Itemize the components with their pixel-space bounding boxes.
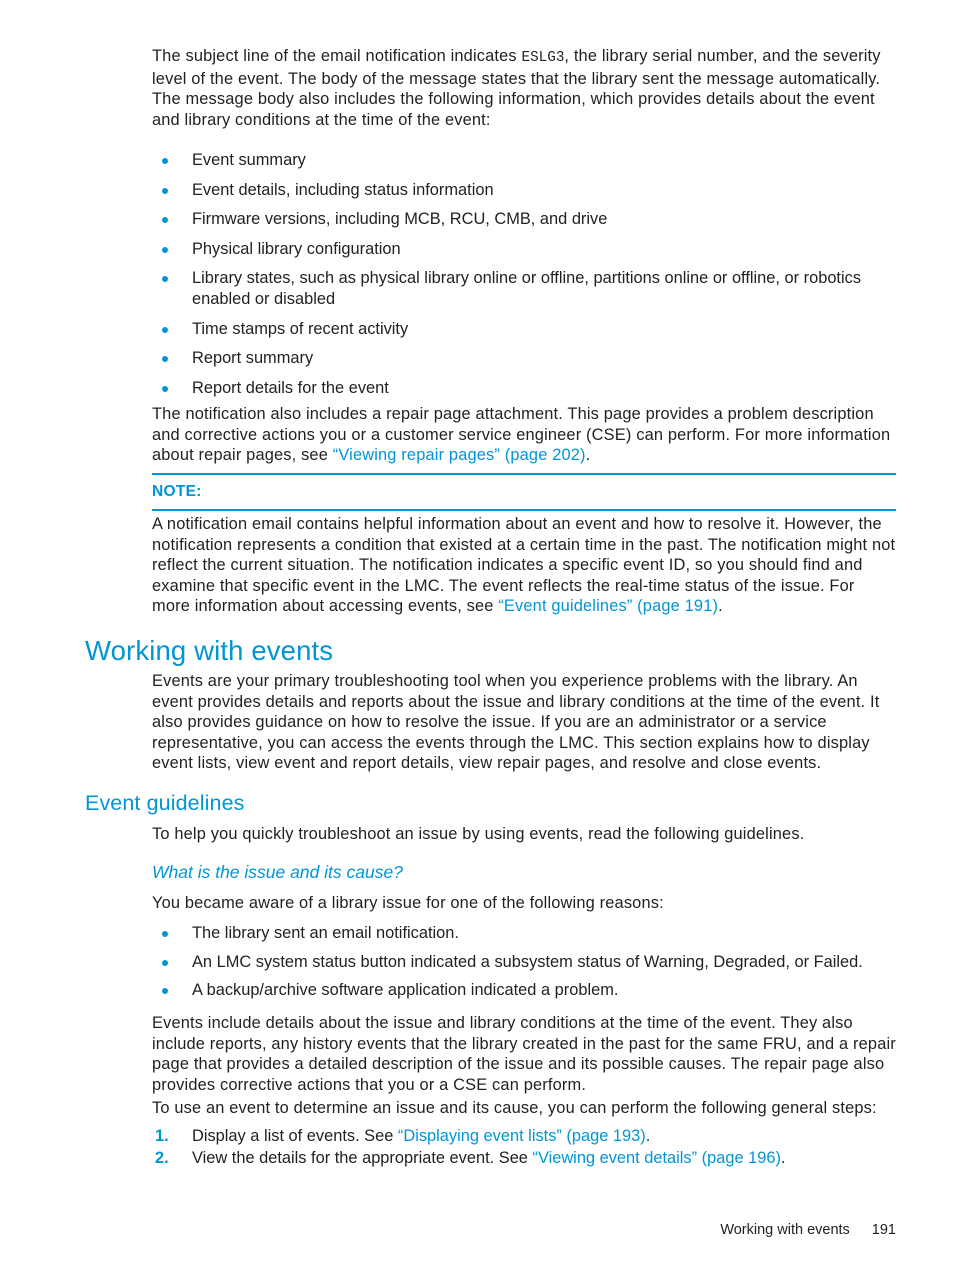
aware-bullet-list-block: The library sent an email notification. … xyxy=(0,923,954,1001)
working-with-events-paragraph-block: Events are your primary troubleshooting … xyxy=(0,671,954,774)
list-item-text: The library sent an email notification. xyxy=(192,924,459,942)
note-bottom-rule xyxy=(152,508,896,511)
step-text-before-link: View the details for the appropriate eve… xyxy=(192,1149,533,1167)
event-guidelines-paragraph: To help you quickly troubleshoot an issu… xyxy=(152,825,805,843)
list-item-text: Report details for the event xyxy=(192,378,389,397)
page-footer: Working with events 191 xyxy=(0,1222,896,1238)
heading-working-with-events-block: Working with events xyxy=(0,636,954,666)
list-item: A backup/archive software application in… xyxy=(152,980,896,1001)
list-item-text: Physical library configuration xyxy=(192,239,401,258)
list-item-text: Event details, including status informat… xyxy=(192,180,494,199)
to-use-paragraph: To use an event to determine an issue an… xyxy=(152,1099,877,1117)
steps-list: 1. Display a list of events. See “Display… xyxy=(152,1125,896,1169)
event-guidelines-paragraph-block: To help you quickly troubleshoot an issu… xyxy=(0,824,954,845)
serial-code: ESLG3 xyxy=(521,50,565,66)
xref-displaying-event-lists[interactable]: “Displaying event lists” (page 193) xyxy=(398,1127,646,1145)
list-item: The library sent an email notification. xyxy=(152,923,896,944)
repair-paragraph-block: The notification also includes a repair … xyxy=(0,404,954,466)
to-use-paragraph-block: To use an event to determine an issue an… xyxy=(0,1098,954,1119)
step-number: 1. xyxy=(155,1127,169,1145)
events-include-paragraph: Events include details about the issue a… xyxy=(152,1014,896,1094)
step-text-before-link: Display a list of events. See xyxy=(192,1127,398,1145)
list-item-text: Library states, such as physical library… xyxy=(192,269,862,308)
footer-page-number: 191 xyxy=(871,1222,896,1238)
xref-viewing-event-details[interactable]: “Viewing event details” (page 196) xyxy=(532,1149,780,1167)
list-item: Library states, such as physical library… xyxy=(152,268,896,309)
step-item-1: 1. Display a list of events. See “Display… xyxy=(152,1125,896,1147)
intro-text-before-code: The subject line of the email notificati… xyxy=(152,47,522,65)
intro-paragraph-block: The subject line of the email notificati… xyxy=(0,46,954,130)
note-text-after-link: . xyxy=(718,597,723,616)
list-item: Report summary xyxy=(152,348,896,369)
steps-list-block: 1. Display a list of events. See “Display… xyxy=(0,1125,954,1169)
step-number: 2. xyxy=(155,1149,169,1167)
subsection-heading-what-is-the-issue: What is the issue and its cause? xyxy=(152,862,403,882)
list-item: Physical library configuration xyxy=(152,239,896,260)
aware-bullet-list: The library sent an email notification. … xyxy=(152,923,896,1001)
note-label: NOTE: xyxy=(152,483,202,500)
step-text-after-link: . xyxy=(645,1127,651,1145)
list-item: Event summary xyxy=(152,150,896,171)
list-item-text: An LMC system status button indicated a … xyxy=(192,952,863,971)
aware-paragraph-block: You became aware of a library issue for … xyxy=(0,893,954,914)
repair-text-after-link: . xyxy=(585,446,591,465)
intro-bullet-list: Event summary Event details, including s… xyxy=(152,150,896,398)
list-item-text: Event summary xyxy=(192,151,306,169)
list-item: Event details, including status informat… xyxy=(152,180,896,201)
note-body-paragraph: A notification email contains helpful in… xyxy=(152,514,896,617)
aware-paragraph: You became aware of a library issue for … xyxy=(152,894,664,912)
note-body-block: A notification email contains helpful in… xyxy=(0,514,954,617)
list-item-text: Report summary xyxy=(192,349,314,368)
document-page: The subject line of the email notificati… xyxy=(0,0,954,1271)
step-text-after-link: . xyxy=(780,1149,786,1167)
section-heading-event-guidelines: Event guidelines xyxy=(85,791,245,815)
intro-paragraph: The subject line of the email notificati… xyxy=(152,46,896,130)
list-item: Time stamps of recent activity xyxy=(152,319,896,340)
heading-event-guidelines-block: Event guidelines xyxy=(0,791,954,815)
events-include-paragraph-block: Events include details about the issue a… xyxy=(0,1013,954,1095)
list-item: An LMC system status button indicated a … xyxy=(152,952,896,973)
intro-bullet-list-block: Event summary Event details, including s… xyxy=(0,150,954,398)
repair-paragraph: The notification also includes a repair … xyxy=(152,404,896,466)
footer-chapter-label: Working with events xyxy=(720,1222,850,1238)
list-item-text: Time stamps of recent activity xyxy=(192,319,409,338)
working-with-events-paragraph: Events are your primary troubleshooting … xyxy=(152,672,880,773)
list-item-text: Firmware versions, including MCB, RCU, C… xyxy=(192,210,608,229)
list-item-text: A backup/archive software application in… xyxy=(192,981,619,1000)
page-title: Working with events xyxy=(85,635,334,666)
step-item-2: 2. View the details for the appropriate e… xyxy=(152,1147,896,1169)
xref-event-guidelines[interactable]: “Event guidelines” (page 191) xyxy=(498,597,718,615)
list-item: Firmware versions, including MCB, RCU, C… xyxy=(152,209,896,230)
list-item: Report details for the event xyxy=(152,378,896,399)
note-admonition: NOTE: xyxy=(0,473,954,511)
xref-viewing-repair-pages[interactable]: “Viewing repair pages” (page 202) xyxy=(333,446,586,464)
heading-what-is-the-issue-block: What is the issue and its cause? xyxy=(0,862,954,882)
